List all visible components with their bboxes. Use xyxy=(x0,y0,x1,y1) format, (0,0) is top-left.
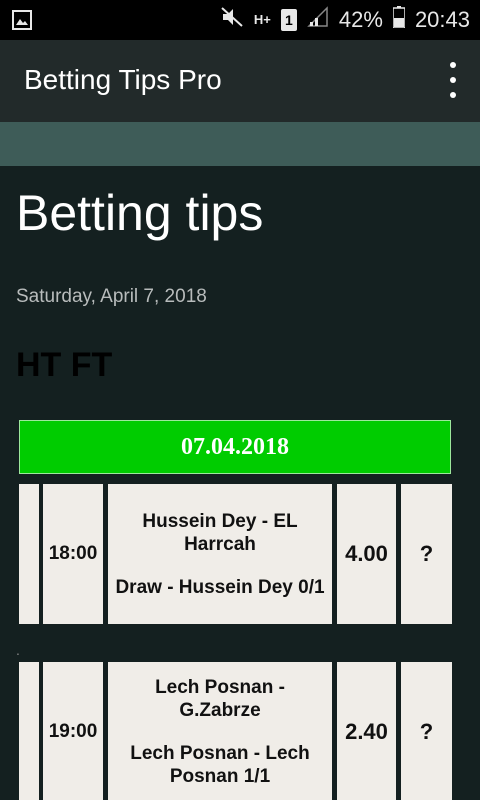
sim-icon: 1 xyxy=(280,9,297,31)
battery-icon xyxy=(392,6,406,34)
network-type-icon: H+ xyxy=(253,12,271,27)
match-teams: Hussein Dey - EL Harrcah xyxy=(142,510,298,555)
overflow-menu-icon[interactable] xyxy=(446,62,460,98)
time-cell: 18:00 xyxy=(43,484,103,624)
match-teams: Lech Posnan - G.Zabrze xyxy=(155,677,285,721)
page-title: Betting tips xyxy=(16,185,264,241)
status-bar: H+ 1 42% 20:43 xyxy=(0,0,480,40)
table-date-header: 07.04.2018 xyxy=(19,420,451,474)
app-title: Betting Tips Pro xyxy=(24,64,222,95)
clock: 20:43 xyxy=(414,7,470,32)
mute-icon xyxy=(220,6,244,34)
table-row: 18:00 Hussein Dey - EL Harrcah Draw - Hu… xyxy=(19,484,453,624)
row-index-cell xyxy=(19,662,39,800)
post-date: Saturday, April 7, 2018 xyxy=(16,286,207,307)
match-cell: Lech Posnan - G.Zabrze Lech Posnan - Lec… xyxy=(108,662,332,800)
match-tip: Lech Posnan - Lech Posnan 1/1 xyxy=(130,743,310,787)
web-content[interactable]: Betting tips Saturday, April 7, 2018 HT … xyxy=(0,166,480,800)
time-cell: 19:00 xyxy=(43,662,103,800)
row-index-cell xyxy=(19,484,39,624)
status-indicators: H+ 1 42% 20:43 xyxy=(220,6,470,34)
odds-cell: 2.40 xyxy=(337,662,396,800)
result-cell: ? xyxy=(401,484,452,624)
gallery-notification-icon xyxy=(12,10,32,30)
section-title: HT FT xyxy=(16,346,113,384)
match-tip: Draw - Hussein Dey 0/1 xyxy=(115,576,325,598)
odds-cell: 4.00 xyxy=(337,484,396,624)
signal-icon xyxy=(307,6,329,34)
match-cell: Hussein Dey - EL Harrcah Draw - Hussein … xyxy=(108,484,332,624)
network-type-label: H+ xyxy=(253,12,271,27)
app-bar: Betting Tips Pro xyxy=(0,40,480,122)
sim-label: 1 xyxy=(284,12,293,28)
separator-dot: . xyxy=(16,642,20,658)
result-cell: ? xyxy=(401,662,452,800)
table-row: 19:00 Lech Posnan - G.Zabrze Lech Posnan… xyxy=(19,662,453,800)
banner-strip xyxy=(0,122,480,166)
battery-percent: 42% xyxy=(338,7,383,32)
